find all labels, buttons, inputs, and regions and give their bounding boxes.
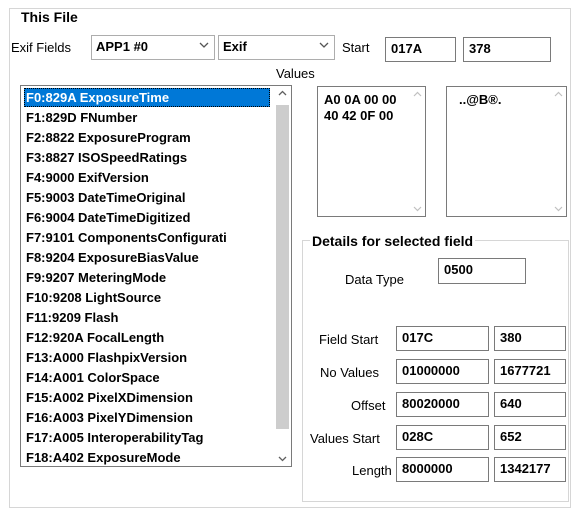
field-list-item[interactable]: F13:A000 FlashpixVersion (24, 348, 270, 367)
field-list-item[interactable]: F17:A005 InteroperabilityTag (24, 428, 270, 447)
values-label: Values (276, 66, 315, 81)
values-ascii-box[interactable]: ..@B®. (446, 86, 567, 217)
segment-select[interactable]: APP1 #0 (91, 35, 215, 60)
length-label: Length (352, 463, 392, 478)
scroll-down-arrow-icon[interactable] (413, 204, 422, 213)
data-type-label: Data Type (345, 272, 405, 287)
data-type-field[interactable]: 0500 (438, 258, 526, 284)
values-start-label: Values Start (310, 431, 380, 446)
field-start-dec-field[interactable]: 380 (494, 326, 566, 351)
values-hex-box[interactable]: A0 0A 00 00 40 42 0F 00 (317, 86, 426, 217)
details-group-title: Details for selected field (310, 233, 476, 249)
values-ascii-text: ..@B®. (459, 92, 502, 107)
field-list-item[interactable]: F11:9209 Flash (24, 308, 270, 327)
ifd-select-value: Exif (223, 39, 247, 54)
scroll-up-arrow-icon[interactable] (278, 89, 287, 98)
ifd-select[interactable]: Exif (218, 35, 335, 60)
scroll-up-arrow-icon[interactable] (413, 90, 422, 99)
start-dec-field[interactable]: 378 (463, 37, 551, 62)
chevron-down-icon (199, 42, 209, 48)
no-values-label: No Values (320, 365, 380, 380)
exif-fields-label: Exif Fields (11, 40, 71, 55)
field-start-hex-field[interactable]: 017C (396, 326, 489, 351)
field-list-item[interactable]: F5:9003 DateTimeOriginal (24, 188, 270, 207)
segment-select-value: APP1 #0 (96, 39, 149, 54)
offset-label: Offset (351, 398, 386, 413)
field-list-item[interactable]: F10:9208 LightSource (24, 288, 270, 307)
length-hex-field[interactable]: 8000000 (396, 457, 489, 482)
scroll-up-arrow-icon[interactable] (554, 90, 563, 99)
chevron-down-icon (319, 42, 329, 48)
field-list-item[interactable]: F18:A402 ExposureMode (24, 448, 270, 466)
field-list-item[interactable]: F14:A001 ColorSpace (24, 368, 270, 387)
start-hex-field[interactable]: 017A (385, 37, 456, 62)
field-list-scrollbar[interactable] (274, 86, 291, 466)
field-list-item[interactable]: F3:8827 ISOSpeedRatings (24, 148, 270, 167)
field-list-item[interactable]: F15:A002 PixelXDimension (24, 388, 270, 407)
values-start-hex-field[interactable]: 028C (396, 425, 489, 450)
this-file-group-title: This File (19, 9, 80, 25)
field-list-item[interactable]: F0:829A ExposureTime (24, 88, 270, 107)
scroll-down-arrow-icon[interactable] (278, 454, 287, 463)
scroll-down-arrow-icon[interactable] (554, 204, 563, 213)
start-label: Start (342, 40, 370, 55)
field-start-label: Field Start (319, 332, 379, 347)
field-list-item[interactable]: F12:920A FocalLength (24, 328, 270, 347)
values-ascii-scrollbar[interactable] (551, 87, 566, 216)
values-hex-scrollbar[interactable] (410, 87, 425, 216)
field-list-item[interactable]: F6:9004 DateTimeDigitized (24, 208, 270, 227)
field-list-item[interactable]: F7:9101 ComponentsConfigurati (24, 228, 270, 247)
field-list-item[interactable]: F4:9000 ExifVersion (24, 168, 270, 187)
offset-hex-field[interactable]: 80020000 (396, 392, 489, 417)
field-list-item[interactable]: F8:9204 ExposureBiasValue (24, 248, 270, 267)
length-dec-field[interactable]: 1342177 (494, 457, 566, 482)
field-list-item[interactable]: F2:8822 ExposureProgram (24, 128, 270, 147)
field-list-item[interactable]: F16:A003 PixelYDimension (24, 408, 270, 427)
field-list-item[interactable]: F1:829D FNumber (24, 108, 270, 127)
field-list[interactable]: F0:829A ExposureTime F1:829D FNumber F2:88… (20, 85, 292, 467)
values-start-dec-field[interactable]: 652 (494, 425, 566, 450)
field-list-scroll-thumb[interactable] (276, 105, 289, 429)
no-values-dec-field[interactable]: 1677721 (494, 359, 566, 384)
offset-dec-field[interactable]: 640 (494, 392, 566, 417)
field-list-item[interactable]: F9:9207 MeteringMode (24, 268, 270, 287)
no-values-hex-field[interactable]: 01000000 (396, 359, 489, 384)
